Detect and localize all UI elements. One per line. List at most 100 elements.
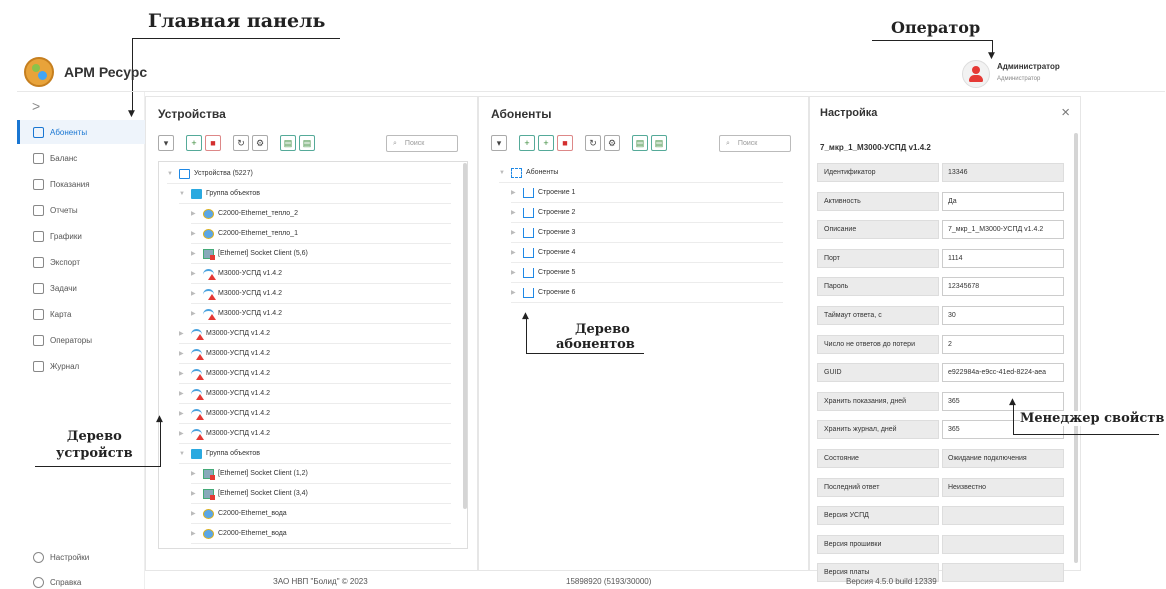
tree-row[interactable]: ▶ C2000-Ethernet_вода bbox=[191, 504, 451, 524]
collapse-arrow-icon[interactable]: ▼ bbox=[179, 191, 191, 197]
tree-row[interactable]: ▶ Строение 2 bbox=[511, 203, 783, 223]
property-value-field[interactable]: 7_мкр_1_М3000-УСПД v1.4.2 bbox=[942, 220, 1064, 240]
user-avatar-icon[interactable] bbox=[962, 60, 990, 88]
tree-row[interactable]: ▶ M3000-УСПД v1.4.2 bbox=[179, 324, 451, 344]
close-icon[interactable]: × bbox=[1061, 104, 1070, 121]
tree-row[interactable]: ▶ M3000-УСПД v1.4.2 bbox=[179, 364, 451, 384]
expand-arrow-icon[interactable]: ▶ bbox=[179, 430, 191, 437]
expand-arrow-icon[interactable]: ▶ bbox=[191, 490, 203, 497]
expand-arrow-icon[interactable]: ▶ bbox=[191, 230, 203, 237]
tree-row[interactable]: ▶ Строение 3 bbox=[511, 223, 783, 243]
expand-arrow-icon[interactable]: ▶ bbox=[191, 310, 203, 317]
tree-row[interactable]: ▼ Абоненты bbox=[499, 163, 783, 183]
sidebar-item-settings[interactable]: Настройки bbox=[17, 545, 145, 569]
sidebar-item-charts[interactable]: Графики bbox=[17, 224, 145, 248]
sidebar-collapse-button[interactable]: > bbox=[32, 98, 40, 114]
dropdown-icon[interactable]: ▾ bbox=[491, 135, 507, 151]
tree-row[interactable]: ▶ Строение 1 bbox=[511, 183, 783, 203]
expand-arrow-icon[interactable]: ▶ bbox=[511, 229, 523, 236]
expand-arrow-icon[interactable]: ▶ bbox=[191, 270, 203, 277]
sidebar-item-readings[interactable]: Показания bbox=[17, 172, 145, 196]
sidebar-item-tasks[interactable]: Задачи bbox=[17, 276, 145, 300]
import-icon[interactable]: ▤ bbox=[280, 135, 296, 151]
property-value-field[interactable]: 30 bbox=[942, 306, 1064, 325]
expand-arrow-icon[interactable]: ▶ bbox=[511, 249, 523, 256]
sidebar-item-reports[interactable]: Отчеты bbox=[17, 198, 145, 222]
import-icon[interactable]: ▤ bbox=[632, 135, 648, 151]
devices-search-input[interactable]: ⌕ Поиск bbox=[386, 135, 458, 152]
sidebar-item-label: Операторы bbox=[50, 335, 92, 345]
tree-row[interactable]: ▶ M3000-УСПД v1.4.2 bbox=[191, 284, 451, 304]
tree-row[interactable]: ▶ C2000-Ethernet_тепло_2 bbox=[191, 204, 451, 224]
expand-arrow-icon[interactable]: ▶ bbox=[191, 210, 203, 217]
refresh-icon[interactable]: ↻ bbox=[233, 135, 249, 151]
tree-row[interactable]: ▶ Строение 5 bbox=[511, 263, 783, 283]
add-subscriber-icon[interactable]: + bbox=[519, 135, 535, 151]
expand-arrow-icon[interactable]: ▶ bbox=[191, 290, 203, 297]
settings-scrollbar[interactable] bbox=[1074, 133, 1078, 563]
collapse-arrow-icon[interactable]: ▼ bbox=[499, 170, 511, 176]
property-value-field[interactable]: 12345678 bbox=[942, 277, 1064, 297]
sidebar-item-label: Карта bbox=[50, 309, 72, 319]
tree-row[interactable]: ▶ [Ethernet] Socket Client (3,4) bbox=[191, 484, 451, 504]
tree-row[interactable]: ▶ M3000-УСПД v1.4.2 bbox=[179, 384, 451, 404]
collapse-arrow-icon[interactable]: ▼ bbox=[179, 451, 191, 457]
sidebar-item-balance[interactable]: Баланс bbox=[17, 146, 145, 170]
property-value-field[interactable]: 2 bbox=[942, 334, 1064, 354]
tree-row[interactable]: ▶ M3000-УСПД v1.4.2 bbox=[179, 424, 451, 444]
user-name[interactable]: Администратор bbox=[997, 62, 1060, 71]
wifi-alert-icon bbox=[203, 308, 216, 320]
expand-arrow-icon[interactable]: ▶ bbox=[179, 350, 191, 357]
tree-row[interactable]: ▼ Группа объектов bbox=[179, 444, 451, 464]
refresh-icon[interactable]: ↻ bbox=[585, 135, 601, 151]
property-value-field[interactable]: Да bbox=[942, 191, 1064, 211]
delete-icon[interactable]: ■ bbox=[205, 135, 221, 151]
sidebar-item-map[interactable]: Карта bbox=[17, 302, 145, 326]
gear-icon[interactable]: ⚙ bbox=[252, 135, 268, 151]
tree-row[interactable]: ▶ Строение 6 bbox=[511, 283, 783, 303]
property-value-field[interactable]: e922984a-e9cc-41ed-8224-aea bbox=[942, 363, 1064, 383]
tree-row[interactable]: ▶ M3000-УСПД v1.4.2 bbox=[191, 264, 451, 284]
expand-arrow-icon[interactable]: ▶ bbox=[179, 410, 191, 417]
expand-arrow-icon[interactable]: ▶ bbox=[511, 209, 523, 216]
subscribers-search-input[interactable]: ⌕ Поиск bbox=[719, 135, 791, 152]
tree-row[interactable]: ▶ Строение 4 bbox=[511, 243, 783, 263]
expand-arrow-icon[interactable]: ▶ bbox=[191, 470, 203, 477]
property-value-field[interactable]: 365 bbox=[942, 391, 1064, 411]
collapse-arrow-icon[interactable]: ▼ bbox=[167, 171, 179, 177]
tree-row[interactable]: ▶ M3000-УСПД v1.4.2 bbox=[179, 404, 451, 424]
expand-arrow-icon[interactable]: ▶ bbox=[191, 530, 203, 537]
tree-row[interactable]: ▶ [Ethernet] Socket Client (1,2) bbox=[191, 464, 451, 484]
add-group-icon[interactable]: + bbox=[538, 135, 554, 151]
expand-arrow-icon[interactable]: ▶ bbox=[511, 189, 523, 196]
add-device-icon[interactable]: + bbox=[186, 135, 202, 151]
expand-arrow-icon[interactable]: ▶ bbox=[191, 510, 203, 517]
tree-row[interactable]: ▼ Устройства (5227) bbox=[167, 164, 451, 184]
settings-object-name: 7_мкр_1_М3000-УСПД v1.4.2 bbox=[820, 143, 931, 152]
sidebar-item-export[interactable]: Экспорт bbox=[17, 250, 145, 274]
dropdown-icon[interactable]: ▾ bbox=[158, 135, 174, 151]
expand-arrow-icon[interactable]: ▶ bbox=[179, 390, 191, 397]
tree-row[interactable]: ▶ C2000-Ethernet_вода bbox=[191, 524, 451, 544]
sidebar-item-journal[interactable]: Журнал bbox=[17, 354, 145, 378]
sidebar-item-operators[interactable]: Операторы bbox=[17, 328, 145, 352]
sidebar-item-help[interactable]: Справка bbox=[17, 570, 145, 589]
tree-row[interactable]: ▶ C2000-Ethernet_тепло_1 bbox=[191, 224, 451, 244]
delete-icon[interactable]: ■ bbox=[557, 135, 573, 151]
sidebar-item-subscribers[interactable]: Абоненты bbox=[17, 120, 145, 144]
devices-tree-scrollbar[interactable] bbox=[463, 163, 467, 509]
property-value-field[interactable]: 1114 bbox=[942, 248, 1064, 268]
export-icon[interactable]: ▤ bbox=[299, 135, 315, 151]
tree-row[interactable]: ▶ [Ethernet] Socket Client (5,6) bbox=[191, 244, 451, 264]
tree-row[interactable]: ▼ Группа объектов bbox=[179, 184, 451, 204]
tree-row[interactable]: ▶ M3000-УСПД v1.4.2 bbox=[179, 344, 451, 364]
expand-arrow-icon[interactable]: ▶ bbox=[179, 370, 191, 377]
expand-arrow-icon[interactable]: ▶ bbox=[191, 250, 203, 257]
expand-arrow-icon[interactable]: ▶ bbox=[511, 269, 523, 276]
gear-icon[interactable]: ⚙ bbox=[604, 135, 620, 151]
tree-row[interactable]: ▶ M3000-УСПД v1.4.2 bbox=[191, 304, 451, 324]
export-icon[interactable]: ▤ bbox=[651, 135, 667, 151]
tree-row-label: C2000-Ethernet_тепло_2 bbox=[218, 210, 298, 217]
expand-arrow-icon[interactable]: ▶ bbox=[179, 330, 191, 337]
expand-arrow-icon[interactable]: ▶ bbox=[511, 289, 523, 296]
